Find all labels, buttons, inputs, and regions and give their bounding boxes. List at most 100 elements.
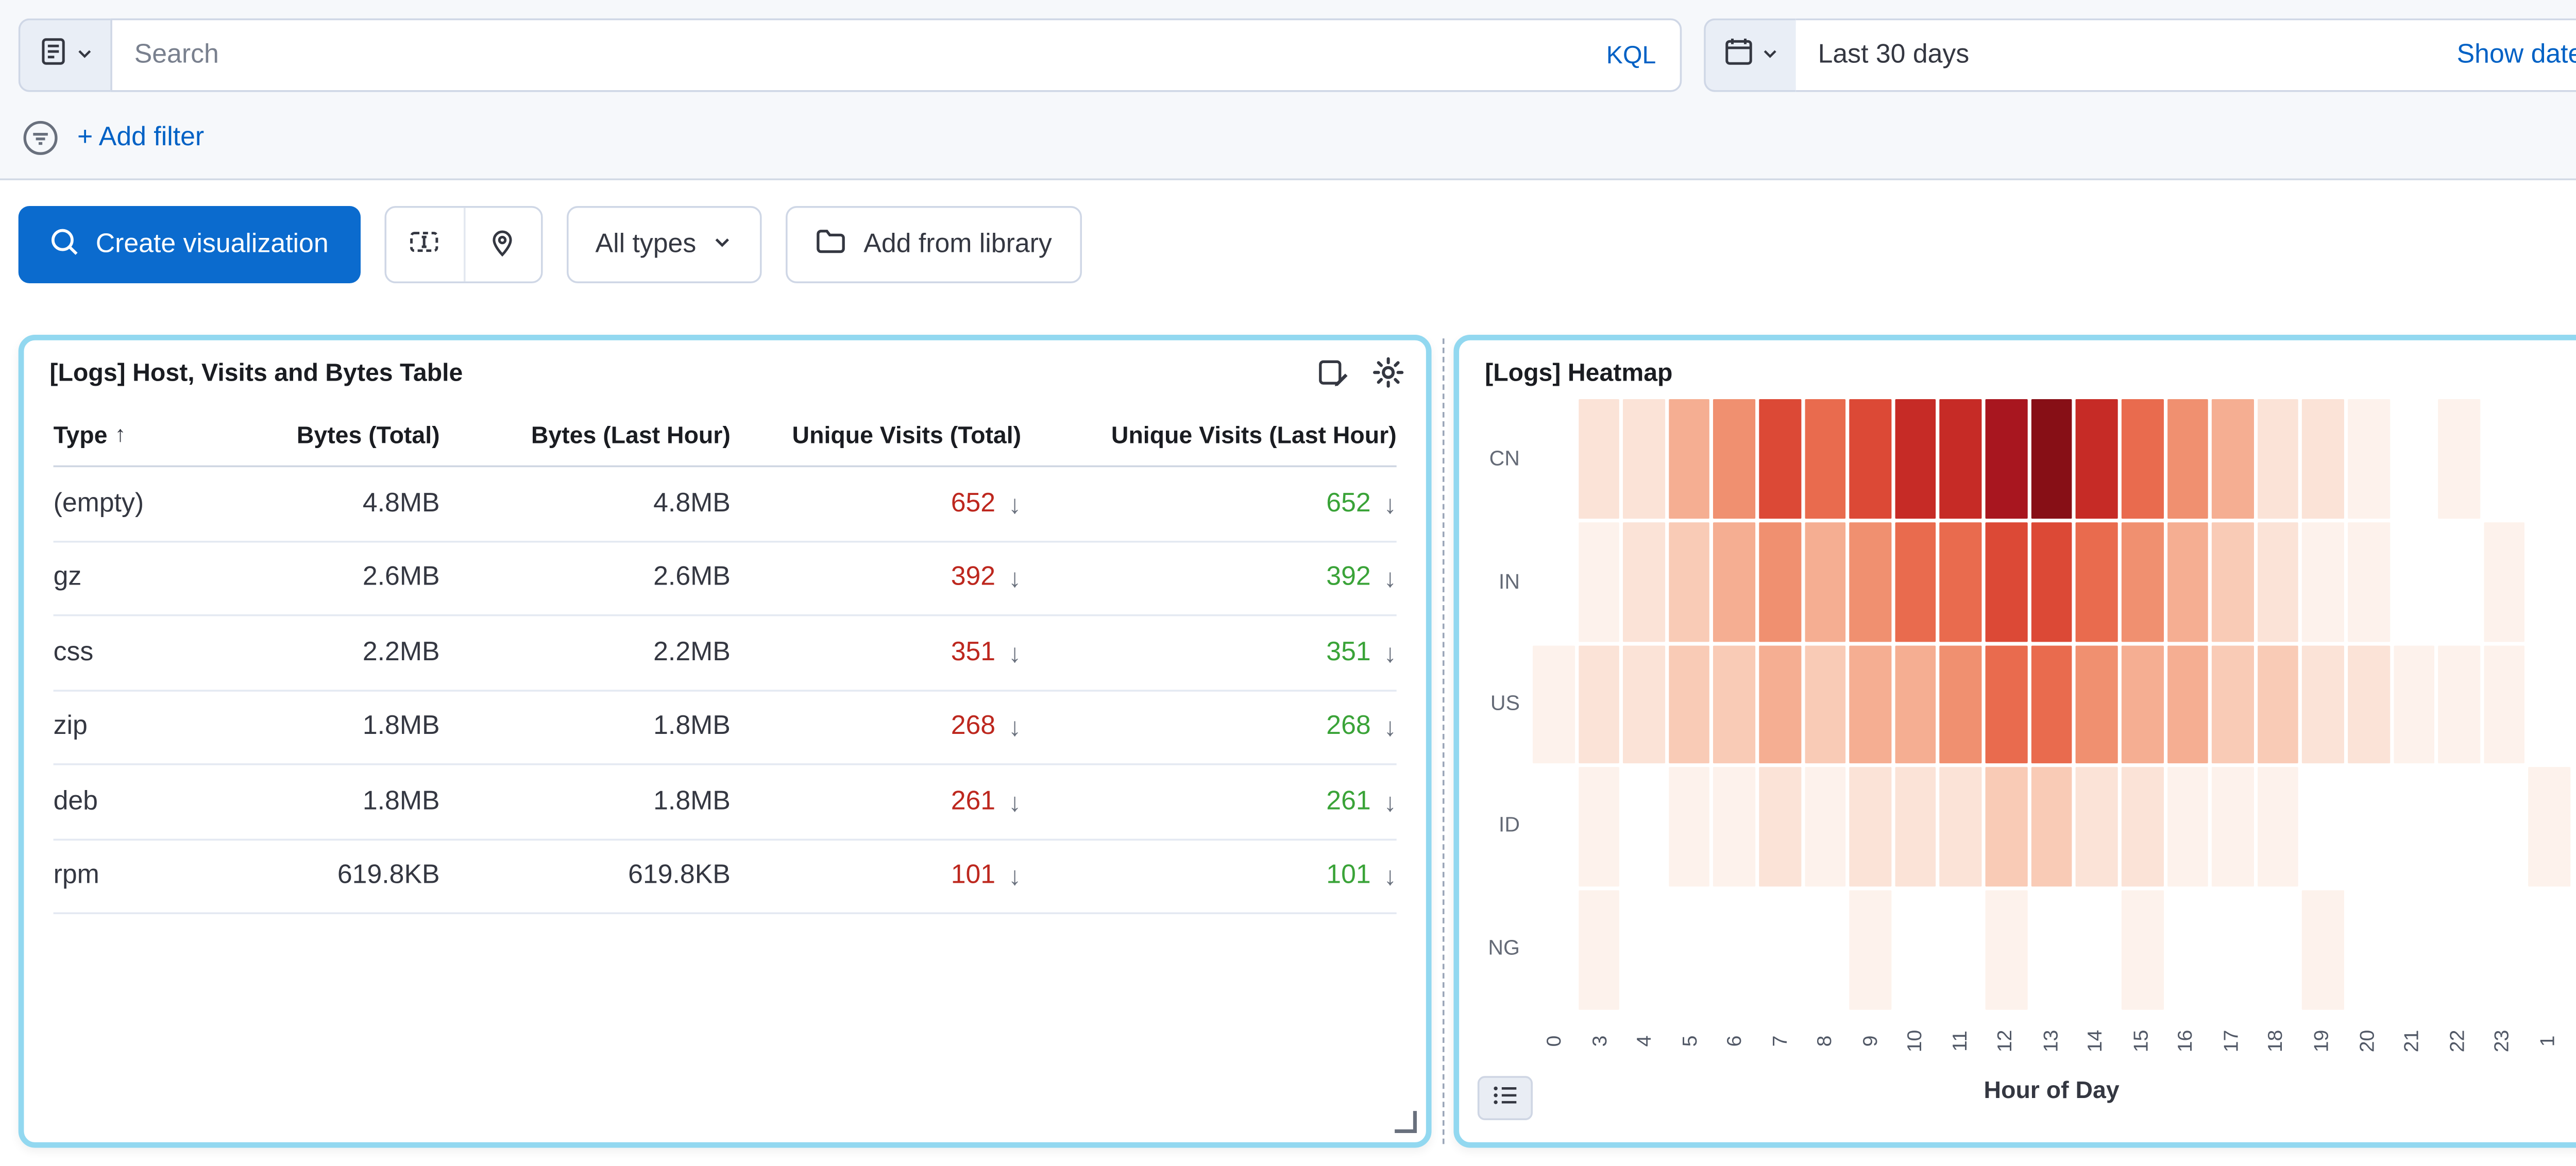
create-visualization-button[interactable]: Create visualization [19, 206, 360, 283]
heatmap-cell[interactable] [1940, 768, 1982, 887]
show-dates-link[interactable]: Show dates [2457, 41, 2576, 70]
heatmap-cell[interactable] [2122, 522, 2163, 641]
heatmap-cell[interactable] [2393, 645, 2435, 764]
heatmap-cell[interactable] [1578, 399, 1620, 518]
add-control-button[interactable] [385, 208, 463, 282]
heatmap-cell[interactable] [1804, 399, 1846, 518]
add-from-library-button[interactable]: Add from library [786, 206, 1081, 283]
heatmap-cell[interactable] [1714, 768, 1756, 887]
legend-toggle-button[interactable] [1478, 1076, 1533, 1120]
heatmap-cell[interactable] [1850, 768, 1891, 887]
heatmap-cell[interactable] [1804, 768, 1846, 887]
filter-icon[interactable] [22, 119, 59, 156]
heatmap-cell[interactable] [1986, 645, 2027, 764]
column-header[interactable]: Unique Visits (Total) [731, 403, 1021, 465]
date-range-field[interactable]: Last 30 days Show dates [1796, 19, 2576, 92]
heatmap-cell[interactable] [1578, 522, 1620, 641]
heatmap-cell[interactable] [2076, 768, 2118, 887]
heatmap-cell[interactable] [2438, 399, 2480, 518]
heatmap-cell[interactable] [2257, 645, 2299, 764]
heatmap-cell[interactable] [1986, 399, 2027, 518]
heatmap-cell[interactable] [2257, 399, 2299, 518]
heatmap-cell[interactable] [2484, 522, 2526, 641]
heatmap-cell[interactable] [2302, 522, 2344, 641]
heatmap-cell[interactable] [2484, 645, 2526, 764]
add-annotation-button[interactable] [463, 208, 540, 282]
heatmap-cell[interactable] [1714, 522, 1756, 641]
heatmap-cell[interactable] [1940, 399, 1982, 518]
heatmap-cell[interactable] [1850, 890, 1891, 1009]
heatmap-cell[interactable] [2302, 399, 2344, 518]
heatmap-cell[interactable] [1986, 768, 2027, 887]
heatmap-cell[interactable] [2031, 522, 2073, 641]
kql-badge[interactable]: KQL [1606, 41, 1656, 69]
saved-query-menu-button[interactable] [19, 19, 111, 92]
heatmap-cell[interactable] [2257, 522, 2299, 641]
heatmap-cell[interactable] [1578, 645, 1620, 764]
heatmap-cell[interactable] [2031, 768, 2073, 887]
heatmap-cell[interactable] [1623, 522, 1665, 641]
heatmap-cell[interactable] [1850, 645, 1891, 764]
heatmap-cell[interactable] [1759, 522, 1801, 641]
heatmap-cell[interactable] [1940, 522, 1982, 641]
heatmap-cell[interactable] [2076, 645, 2118, 764]
all-types-dropdown[interactable]: All types [566, 206, 762, 283]
heatmap-cell[interactable] [1578, 890, 1620, 1009]
heatmap-cell[interactable] [2076, 522, 2118, 641]
heatmap-cell[interactable] [1623, 399, 1665, 518]
heatmap-cell[interactable] [2438, 645, 2480, 764]
date-range-value[interactable]: Last 30 days [1818, 41, 1970, 70]
heatmap-cell[interactable] [1669, 768, 1710, 887]
heatmap-cell[interactable] [2122, 645, 2163, 764]
heatmap-cell[interactable] [1623, 645, 1665, 764]
heatmap-cell[interactable] [2076, 399, 2118, 518]
heatmap-cell[interactable] [2212, 522, 2253, 641]
heatmap-cell[interactable] [2212, 768, 2253, 887]
column-header[interactable]: Type↑ [54, 403, 223, 465]
heatmap-cell[interactable] [1714, 645, 1756, 764]
heatmap-cell[interactable] [1986, 522, 2027, 641]
heatmap-cell[interactable] [2166, 768, 2208, 887]
search-input[interactable] [110, 19, 1682, 92]
heatmap-cell[interactable] [1533, 645, 1574, 764]
heatmap-cell[interactable] [1895, 768, 1937, 887]
heatmap-cell[interactable] [1940, 645, 1982, 764]
heatmap-cell[interactable] [2348, 645, 2389, 764]
heatmap-cell[interactable] [2348, 522, 2389, 641]
heatmap-cell[interactable] [2122, 768, 2163, 887]
heatmap-cell[interactable] [2302, 890, 2344, 1009]
heatmap-cell[interactable] [2257, 768, 2299, 887]
heatmap-cell[interactable] [2166, 399, 2208, 518]
edit-panel-icon[interactable] [1317, 357, 1349, 388]
column-header[interactable]: Bytes (Total) [223, 403, 439, 465]
column-header[interactable]: Unique Visits (Last Hour) [1021, 403, 1397, 465]
heatmap-cell[interactable] [1986, 890, 2027, 1009]
heatmap-cell[interactable] [2302, 645, 2344, 764]
heatmap-cell[interactable] [1669, 522, 1710, 641]
heatmap-cell[interactable] [2212, 645, 2253, 764]
heatmap-cell[interactable] [1714, 399, 1756, 518]
heatmap-cell[interactable] [1669, 399, 1710, 518]
heatmap-cell[interactable] [1850, 522, 1891, 641]
heatmap-cell[interactable] [1759, 645, 1801, 764]
heatmap-cell[interactable] [1895, 645, 1937, 764]
heatmap-cell[interactable] [2031, 399, 2073, 518]
column-header[interactable]: Bytes (Last Hour) [440, 403, 731, 465]
heatmap-cell[interactable] [2031, 645, 2073, 764]
heatmap-cell[interactable] [2166, 645, 2208, 764]
heatmap-cell[interactable] [1850, 399, 1891, 518]
heatmap-cell[interactable] [2122, 890, 2163, 1009]
heatmap-cell[interactable] [2529, 768, 2571, 887]
add-filter-link[interactable]: + Add filter [77, 123, 204, 152]
date-picker-calendar-button[interactable] [1704, 19, 1796, 92]
heatmap-cell[interactable] [2166, 522, 2208, 641]
heatmap-cell[interactable] [1669, 645, 1710, 764]
panel-resize-handle[interactable] [1395, 1111, 1417, 1133]
heatmap-cell[interactable] [2348, 399, 2389, 518]
heatmap-cell[interactable] [1759, 768, 1801, 887]
heatmap-cell[interactable] [1895, 522, 1937, 641]
panel-settings-gear-icon[interactable] [1372, 357, 1404, 388]
heatmap-cell[interactable] [1578, 768, 1620, 887]
heatmap-cell[interactable] [2122, 399, 2163, 518]
heatmap-cell[interactable] [1804, 522, 1846, 641]
